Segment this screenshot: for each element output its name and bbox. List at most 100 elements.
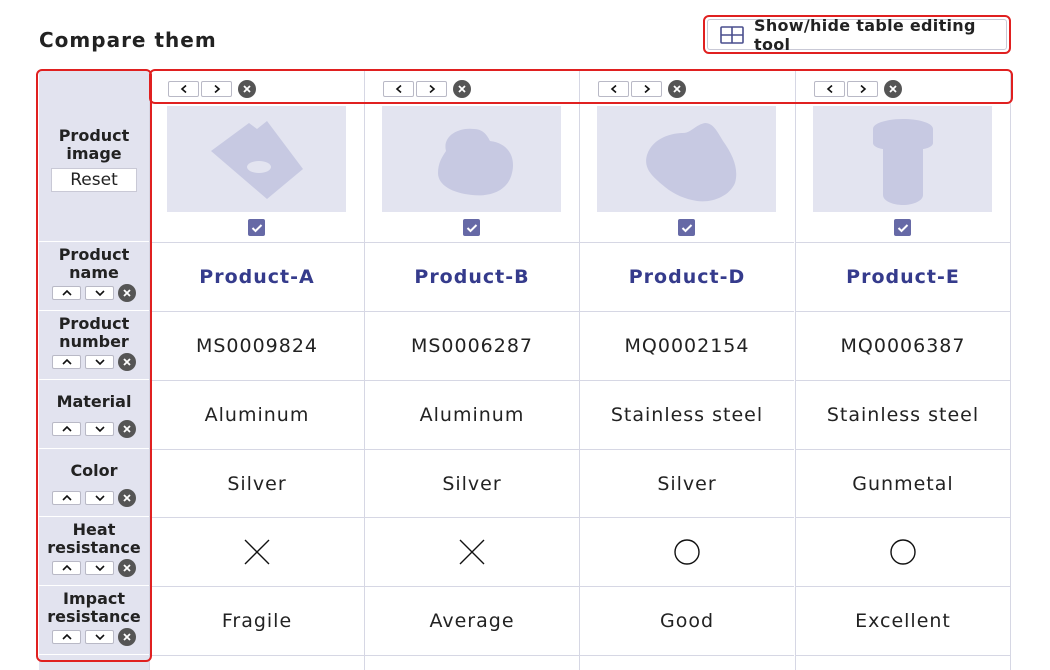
color-value: Silver [365,449,579,517]
cross-mark-icon [459,539,485,565]
color-value: Gunmetal [796,449,1010,517]
color-value: Silver [150,449,364,517]
move-row-up-button[interactable] [52,491,81,505]
product-column: Product-B MS0006287 Aluminum Silver Aver… [364,71,579,670]
remove-column-button[interactable] [238,80,256,98]
product-name-link[interactable]: Product-B [365,242,579,311]
close-icon [673,85,681,93]
product-number: MS0006287 [365,311,579,380]
close-icon [123,494,131,502]
row-header-label: Impact resistance [47,589,141,626]
table-row [796,655,1010,670]
heat-resistance-value [365,517,579,586]
move-row-up-button[interactable] [52,286,81,300]
product-checkbox[interactable] [463,219,480,236]
table-row [580,655,794,670]
product-checkbox[interactable] [248,219,265,236]
product-image [597,106,776,212]
move-row-down-button[interactable] [85,355,114,369]
product-column: Product-D MQ0002154 Stainless steel Silv… [579,71,794,670]
impact-resistance-value: Fragile [150,586,364,655]
move-column-left-button[interactable] [168,81,199,97]
material-value: Stainless steel [580,380,794,449]
row-header-product-name: Product name [39,242,149,311]
row-header-label: Heat resistance [47,520,141,557]
move-column-left-button[interactable] [598,81,629,97]
material-value: Aluminum [150,380,364,449]
close-icon [123,358,131,366]
chevron-down-icon [94,565,105,572]
round-block-icon [437,128,513,196]
product-name-link[interactable]: Product-D [580,242,794,311]
impact-resistance-value: Average [365,586,579,655]
move-row-up-button[interactable] [52,422,81,436]
comparison-table: Product image Reset Product name Product… [39,71,1011,670]
move-column-right-button[interactable] [847,81,878,97]
product-column: Product-E MQ0006387 Stainless steel Gunm… [795,71,1011,670]
move-row-down-button[interactable] [85,422,114,436]
toggle-edit-tool-label: Show/hide table editing tool [754,15,976,54]
move-row-down-button[interactable] [85,630,114,644]
close-icon [458,85,466,93]
remove-row-button[interactable] [118,353,136,371]
impact-resistance-value: Good [580,586,794,655]
heat-resistance-value [580,517,794,586]
remove-row-button[interactable] [118,628,136,646]
remove-row-button[interactable] [118,420,136,438]
t-shaped-pin-icon [872,119,933,205]
remove-column-button[interactable] [668,80,686,98]
toggle-edit-tool-button[interactable]: Show/hide table editing tool [703,15,1011,54]
move-column-left-button[interactable] [814,81,845,97]
product-name-link[interactable]: Product-E [796,242,1010,311]
square-plate-icon [210,121,303,199]
move-column-right-button[interactable] [201,81,232,97]
move-column-left-button[interactable] [383,81,414,97]
move-row-up-button[interactable] [52,561,81,575]
heat-resistance-value [150,517,364,586]
row-header-column: Product image Reset Product name Product… [39,71,149,670]
chevron-up-icon [61,633,72,640]
product-number: MQ0006387 [796,311,1010,380]
row-header-label: Product number [58,314,130,351]
product-name-link[interactable]: Product-A [150,242,364,311]
move-row-up-button[interactable] [52,630,81,644]
remove-column-button[interactable] [453,80,471,98]
close-icon [243,85,251,93]
product-image [167,106,346,212]
page-title: Compare them [39,28,217,52]
product-checkbox[interactable] [894,219,911,236]
close-icon [123,289,131,297]
cross-mark-icon [244,539,270,565]
chevron-down-icon [94,634,105,641]
remove-row-button[interactable] [118,559,136,577]
circle-mark-icon [674,539,700,565]
close-icon [123,633,131,641]
move-row-down-button[interactable] [85,491,114,505]
product-checkbox[interactable] [678,219,695,236]
curved-plate-icon [645,123,736,202]
table-icon [720,25,744,44]
remove-row-button[interactable] [118,489,136,507]
move-row-down-button[interactable] [85,286,114,300]
product-number: MQ0002154 [580,311,794,380]
move-column-right-button[interactable] [416,81,447,97]
chevron-left-icon [395,85,402,93]
remove-row-button[interactable] [118,284,136,302]
move-row-down-button[interactable] [85,561,114,575]
chevron-down-icon [94,495,105,502]
chevron-left-icon [826,85,833,93]
chevron-left-icon [180,85,187,93]
check-icon [897,223,908,232]
impact-resistance-value: Excellent [796,586,1010,655]
close-icon [123,564,131,572]
reset-button[interactable]: Reset [51,168,137,192]
chevron-up-icon [61,358,72,365]
move-row-up-button[interactable] [52,355,81,369]
chevron-up-icon [61,425,72,432]
chevron-right-icon [643,85,650,93]
close-icon [889,85,897,93]
move-column-right-button[interactable] [631,81,662,97]
table-row [150,655,364,670]
remove-column-button[interactable] [884,80,902,98]
row-header-material: Material [39,380,149,449]
